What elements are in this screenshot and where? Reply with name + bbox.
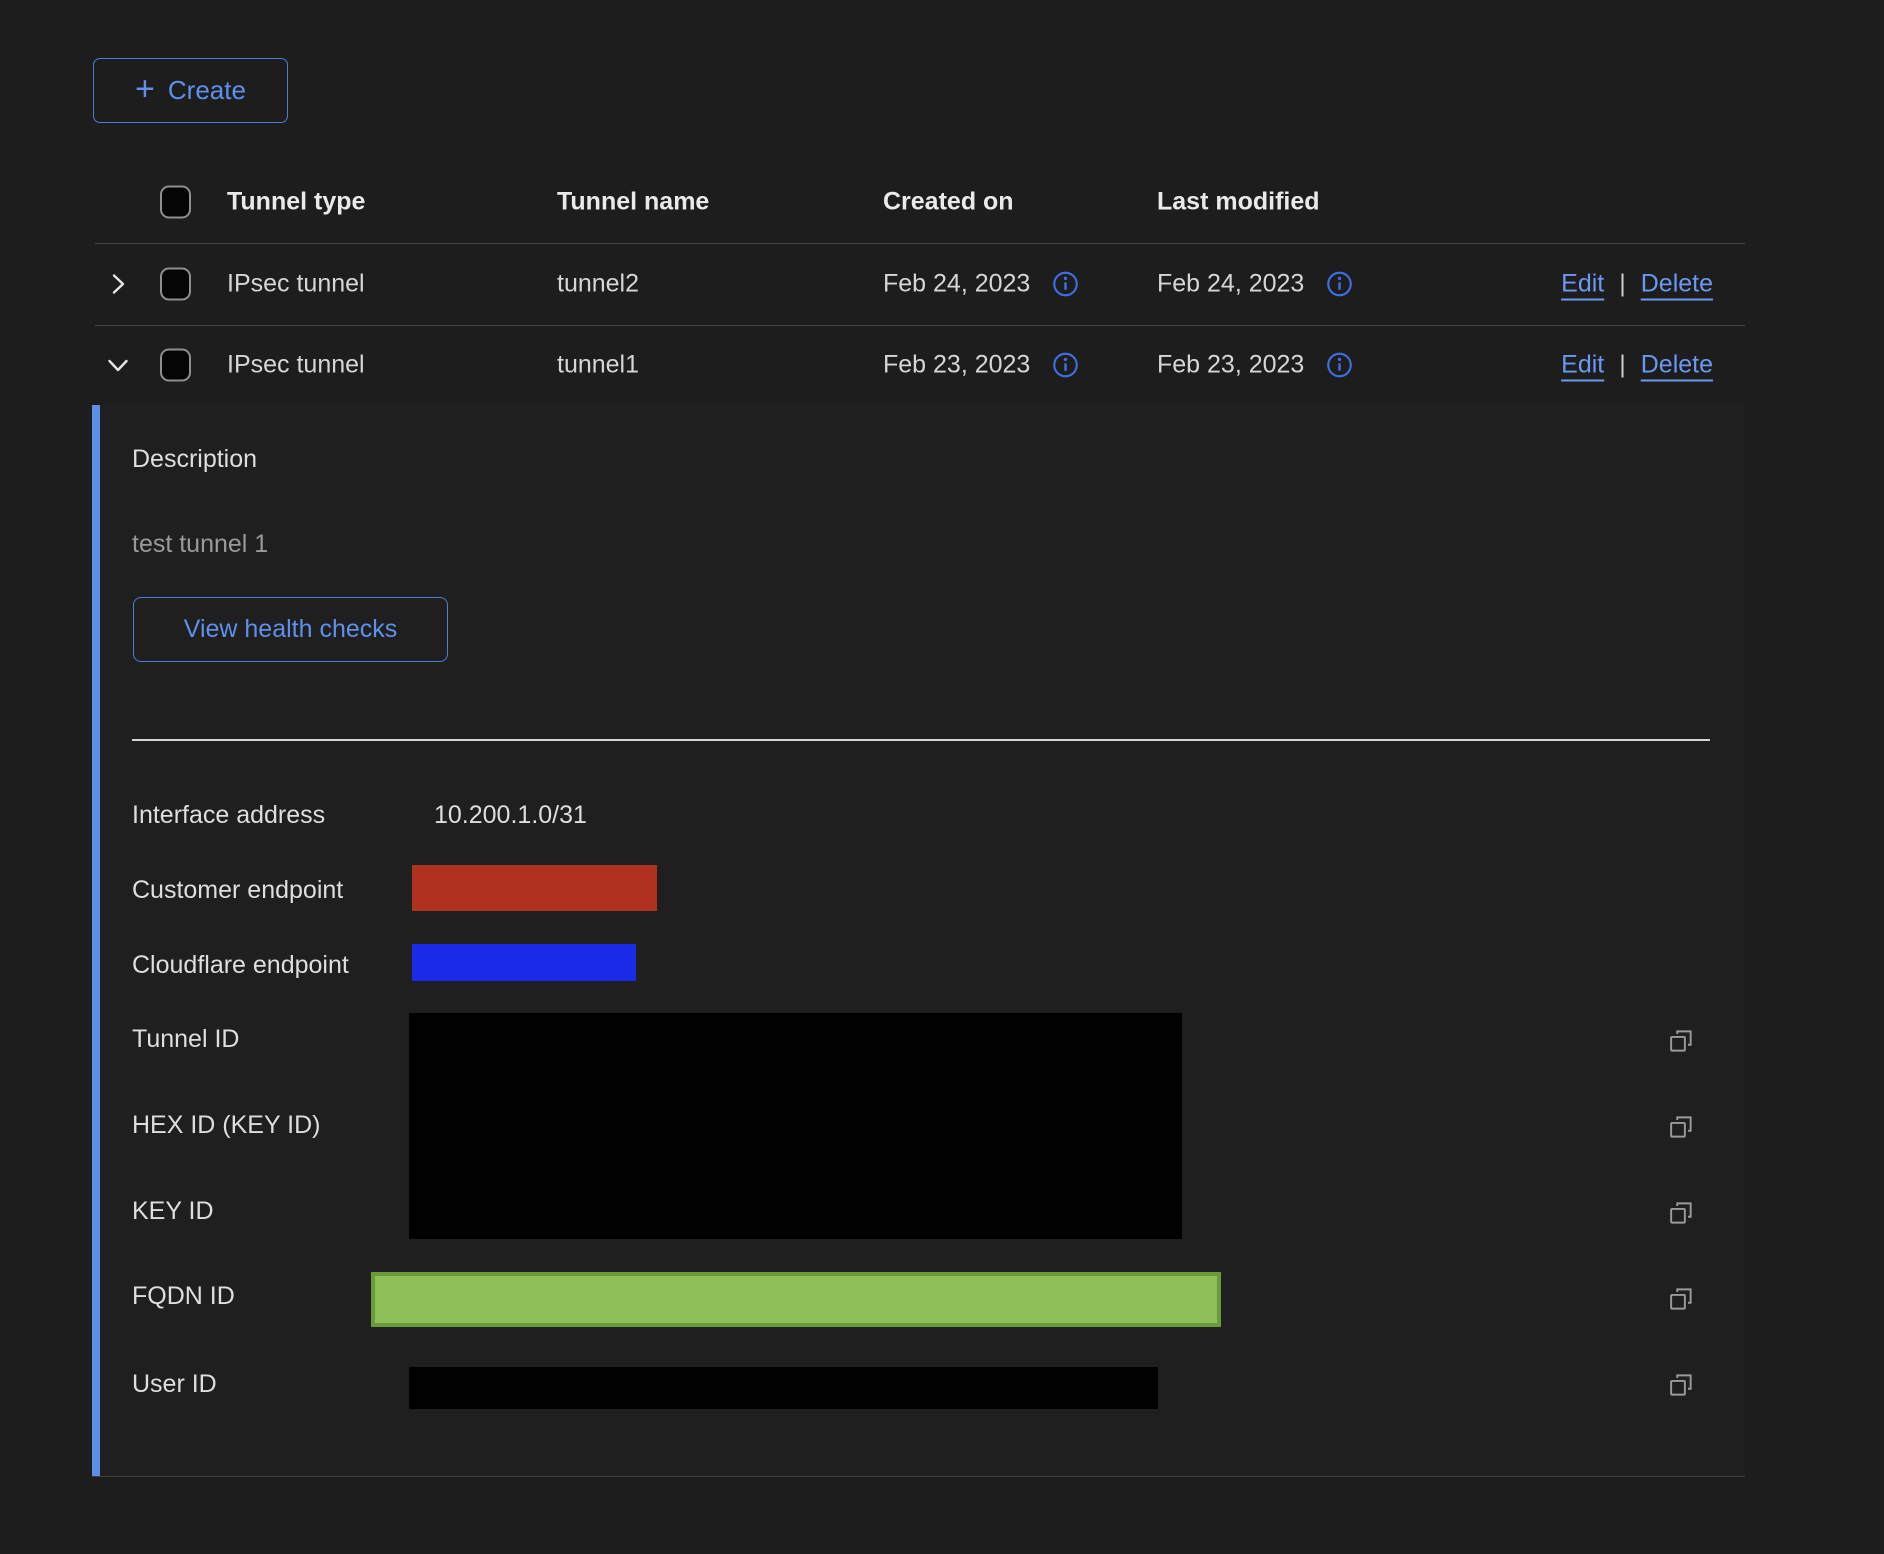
- tunnel-name-cell: tunnel1: [557, 351, 639, 380]
- info-icon[interactable]: [1326, 271, 1353, 298]
- description-label: Description: [132, 444, 257, 474]
- fqdn-id-redaction: [371, 1272, 1221, 1327]
- last-modified-date: Feb 23, 2023: [1157, 351, 1304, 380]
- tunnel-type-cell: IPsec tunnel: [227, 270, 365, 299]
- row-actions: Edit | Delete: [1561, 351, 1713, 380]
- cloudflare-endpoint-label: Cloudflare endpoint: [132, 950, 349, 980]
- table-row: IPsec tunnel tunnel1 Feb 23, 2023 Feb 23…: [0, 325, 1884, 405]
- select-all-checkbox[interactable]: [160, 185, 191, 218]
- description-value: test tunnel 1: [132, 529, 268, 559]
- edit-link[interactable]: Edit: [1561, 351, 1604, 380]
- header-tunnel-type: Tunnel type: [227, 187, 365, 216]
- interface-address-value: 10.200.1.0/31: [434, 800, 587, 830]
- user-id-redaction: [409, 1367, 1158, 1409]
- plus-icon: +: [135, 72, 155, 106]
- create-button-label: Create: [168, 75, 246, 106]
- fqdn-id-label: FQDN ID: [132, 1281, 235, 1311]
- hex-id-label: HEX ID (KEY ID): [132, 1110, 320, 1140]
- copy-hex-id-button[interactable]: [1666, 1112, 1696, 1142]
- last-modified-cell: Feb 24, 2023: [1157, 270, 1353, 299]
- customer-endpoint-label: Customer endpoint: [132, 875, 343, 905]
- row-checkbox[interactable]: [160, 349, 191, 382]
- tunnel-name-cell: tunnel2: [557, 270, 639, 299]
- tunnels-page: + Create Tunnel type Tunnel name Created…: [0, 0, 1884, 1554]
- copy-key-id-button[interactable]: [1666, 1198, 1696, 1228]
- table-header: Tunnel type Tunnel name Created on Last …: [0, 160, 1884, 243]
- last-modified-date: Feb 24, 2023: [1157, 270, 1304, 299]
- header-tunnel-name: Tunnel name: [557, 187, 709, 216]
- key-id-label: KEY ID: [132, 1196, 214, 1226]
- copy-icon: [1666, 1370, 1696, 1400]
- collapse-chevron-down-icon[interactable]: [102, 349, 134, 381]
- expanded-accent-bar: [92, 405, 100, 1476]
- created-on-cell: Feb 24, 2023: [883, 270, 1079, 299]
- table-row: IPsec tunnel tunnel2 Feb 24, 2023 Feb 24…: [0, 243, 1884, 325]
- cloudflare-endpoint-redaction: [412, 944, 636, 981]
- row-checkbox[interactable]: [160, 268, 191, 301]
- ids-redaction: [409, 1013, 1182, 1239]
- created-on-date: Feb 23, 2023: [883, 351, 1030, 380]
- edit-link[interactable]: Edit: [1561, 270, 1604, 299]
- expand-chevron-right-icon[interactable]: [102, 268, 134, 300]
- created-on-cell: Feb 23, 2023: [883, 351, 1079, 380]
- header-last-modified: Last modified: [1157, 187, 1320, 216]
- delete-link[interactable]: Delete: [1641, 270, 1713, 299]
- interface-address-label: Interface address: [132, 800, 325, 830]
- view-health-checks-button[interactable]: View health checks: [133, 597, 448, 662]
- section-divider: [132, 739, 1710, 741]
- row-actions: Edit | Delete: [1561, 270, 1713, 299]
- last-modified-cell: Feb 23, 2023: [1157, 351, 1353, 380]
- header-created-on: Created on: [883, 187, 1014, 216]
- copy-fqdn-id-button[interactable]: [1666, 1284, 1696, 1314]
- copy-icon: [1666, 1112, 1696, 1142]
- tunnel-type-cell: IPsec tunnel: [227, 351, 365, 380]
- copy-tunnel-id-button[interactable]: [1666, 1026, 1696, 1056]
- user-id-label: User ID: [132, 1369, 217, 1399]
- create-button[interactable]: + Create: [93, 58, 288, 123]
- actions-separator: |: [1619, 270, 1626, 299]
- copy-user-id-button[interactable]: [1666, 1370, 1696, 1400]
- actions-separator: |: [1619, 351, 1626, 380]
- delete-link[interactable]: Delete: [1641, 351, 1713, 380]
- tunnel-detail-panel: Description test tunnel 1 View health ch…: [92, 405, 1745, 1477]
- copy-icon: [1666, 1026, 1696, 1056]
- info-icon[interactable]: [1052, 352, 1079, 379]
- created-on-date: Feb 24, 2023: [883, 270, 1030, 299]
- copy-icon: [1666, 1284, 1696, 1314]
- copy-icon: [1666, 1198, 1696, 1228]
- info-icon[interactable]: [1326, 352, 1353, 379]
- tunnel-id-label: Tunnel ID: [132, 1024, 239, 1054]
- customer-endpoint-redaction: [412, 865, 657, 911]
- info-icon[interactable]: [1052, 271, 1079, 298]
